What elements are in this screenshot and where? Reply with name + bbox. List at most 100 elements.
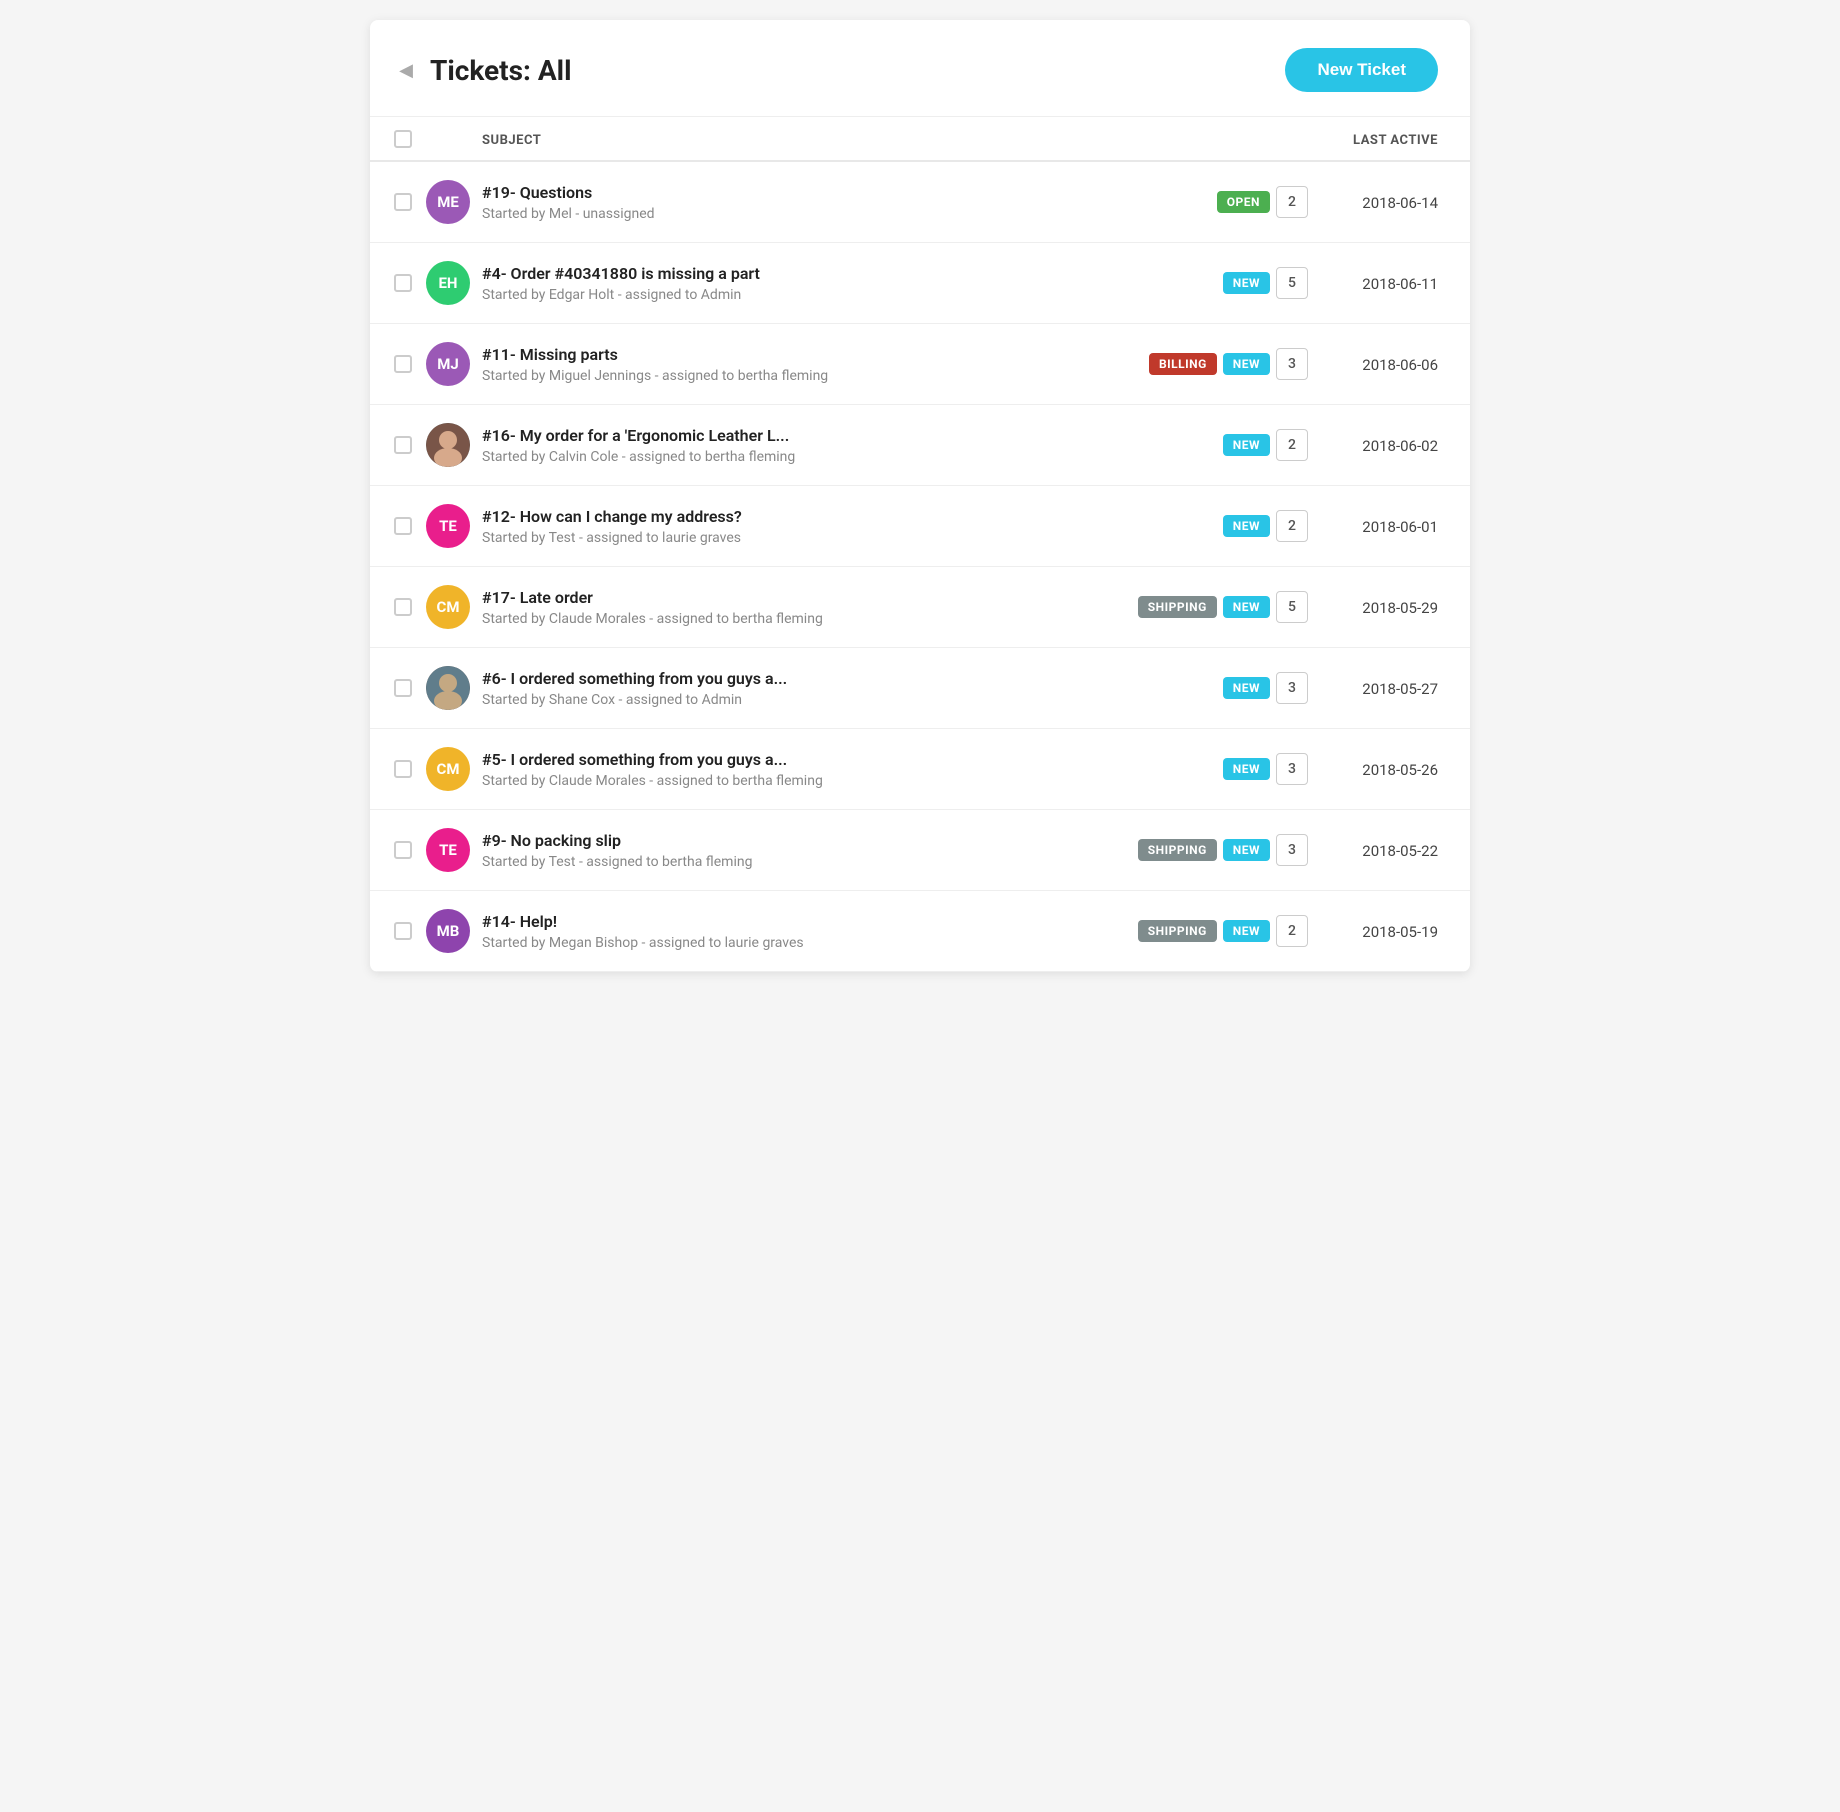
table-row[interactable]: EH #4- Order #40341880 is missing a part S… [370,243,1470,324]
ticket-meta: Started by Miguel Jennings - assigned to… [482,368,1108,384]
last-active-col: 2018-06-01 [1308,517,1438,536]
count-badge: 5 [1276,267,1308,299]
table-row[interactable]: ME #19- Questions Started by Mel - unassig… [370,162,1470,243]
ticket-meta: Started by Megan Bishop - assigned to la… [482,935,1108,951]
avatar: EH [426,261,470,305]
tag-new: NEW [1223,596,1270,618]
row-checkbox[interactable] [394,760,412,778]
ticket-meta: Started by Mel - unassigned [482,206,1108,222]
avatar: ME [426,180,470,224]
row-checkbox[interactable] [394,193,412,211]
last-active-value: 2018-06-11 [1362,275,1438,293]
header-subject-col: SUBJECT [482,129,1108,148]
last-active-value: 2018-06-06 [1362,356,1438,374]
ticket-meta: Started by Calvin Cole - assigned to ber… [482,449,1108,465]
count-badge: 2 [1276,510,1308,542]
last-active-value: 2018-06-14 [1362,194,1438,212]
tag-shipping: SHIPPING [1138,839,1217,861]
tags-col: OPEN 2 [1108,186,1308,218]
select-all-checkbox[interactable] [394,130,412,148]
count-badge: 3 [1276,672,1308,704]
tags-col: NEW2 [1108,429,1308,461]
avatar-col: CM [426,585,482,629]
row-checkbox-col [394,841,426,859]
table-row[interactable]: CM#17- Late orderStarted by Claude Moral… [370,567,1470,648]
header-left: ◀ Tickets: All [394,54,572,87]
count-badge: 2 [1276,186,1308,218]
last-active-col: 2018-06-14 [1308,193,1438,212]
row-checkbox-col [394,436,426,454]
tickets-container: ◀ Tickets: All New Ticket SUBJECT LAST A… [370,20,1470,972]
tags-col: NEW 3 [1108,672,1308,704]
collapse-icon[interactable]: ◀ [394,58,418,82]
last-active-col: 2018-06-02 [1308,436,1438,455]
avatar: TE [426,504,470,548]
row-checkbox-col [394,922,426,940]
page-title: Tickets: All [430,54,572,87]
tag-billing: BILLING [1149,353,1217,375]
tag-new: NEW [1223,272,1270,294]
avatar [426,423,470,467]
tickets-list: ME #19- Questions Started by Mel - unassig… [370,162,1470,972]
avatar-col [426,423,482,467]
avatar-col [426,666,482,710]
ticket-subject: #19- Questions [482,183,1108,202]
ticket-meta: Started by Shane Cox - assigned to Admin [482,692,1108,708]
row-checkbox-col [394,193,426,211]
subject-col: #6- I ordered something from you guys a.… [482,669,1108,708]
table-row[interactable]: MJ#11- Missing partsStarted by Miguel Je… [370,324,1470,405]
ticket-subject: #4- Order #40341880 is missing a part [482,264,1108,283]
avatar-col: MB [426,909,482,953]
ticket-meta: Started by Test - assigned to laurie gra… [482,530,1108,546]
last-active-value: 2018-05-22 [1362,842,1438,860]
tags-col: NEW3 [1108,753,1308,785]
row-checkbox[interactable] [394,922,412,940]
avatar-col: EH [426,261,482,305]
last-active-value: 2018-05-19 [1362,923,1438,941]
row-checkbox[interactable] [394,598,412,616]
row-checkbox-col [394,355,426,373]
last-active-value: 2018-06-02 [1362,437,1438,455]
last-active-col: 2018-05-29 [1308,598,1438,617]
table-row[interactable]: MB#14- Help!Started by Megan Bishop - as… [370,891,1470,972]
last-active-col: 2018-05-19 [1308,922,1438,941]
table-row[interactable]: TE#9- No packing slipStarted by Test - a… [370,810,1470,891]
subject-col: #12- How can I change my address?Started… [482,507,1108,546]
count-badge: 2 [1276,915,1308,947]
row-checkbox[interactable] [394,436,412,454]
last-active-col: 2018-06-06 [1308,355,1438,374]
row-checkbox-col [394,679,426,697]
row-checkbox[interactable] [394,517,412,535]
tag-new: NEW [1223,677,1270,699]
table-row[interactable]: TE #12- How can I change my address?Start… [370,486,1470,567]
ticket-subject: #17- Late order [482,588,1108,607]
count-badge: 5 [1276,591,1308,623]
tags-col: SHIPPINGNEW2 [1108,915,1308,947]
subject-col: #19- Questions Started by Mel - unassigne… [482,183,1108,222]
table-header: SUBJECT LAST ACTIVE [370,117,1470,162]
header-last-active-col: LAST ACTIVE [1308,129,1438,148]
last-active-col: 2018-05-27 [1308,679,1438,698]
avatar: CM [426,747,470,791]
row-checkbox[interactable] [394,355,412,373]
tag-open: OPEN [1217,191,1270,213]
ticket-meta: Started by Edgar Holt - assigned to Admi… [482,287,1108,303]
table-row[interactable]: #6- I ordered something from you guys a.… [370,648,1470,729]
row-checkbox-col [394,760,426,778]
tags-col: SHIPPINGNEW3 [1108,834,1308,866]
avatar: MJ [426,342,470,386]
last-active-value: 2018-06-01 [1362,518,1438,536]
avatar-col: TE [426,828,482,872]
row-checkbox[interactable] [394,841,412,859]
last-active-value: 2018-05-29 [1362,599,1438,617]
row-checkbox[interactable] [394,274,412,292]
ticket-meta: Started by Claude Morales - assigned to … [482,773,1108,789]
table-row[interactable]: #16- My order for a 'Ergonomic Leather L… [370,405,1470,486]
table-row[interactable]: CM#5- I ordered something from you guys … [370,729,1470,810]
new-ticket-button[interactable]: New Ticket [1285,48,1438,92]
row-checkbox[interactable] [394,679,412,697]
subject-col: #16- My order for a 'Ergonomic Leather L… [482,426,1108,465]
ticket-meta: Started by Test - assigned to bertha fle… [482,854,1108,870]
subject-col: #4- Order #40341880 is missing a part Sta… [482,264,1108,303]
page-header: ◀ Tickets: All New Ticket [370,20,1470,117]
